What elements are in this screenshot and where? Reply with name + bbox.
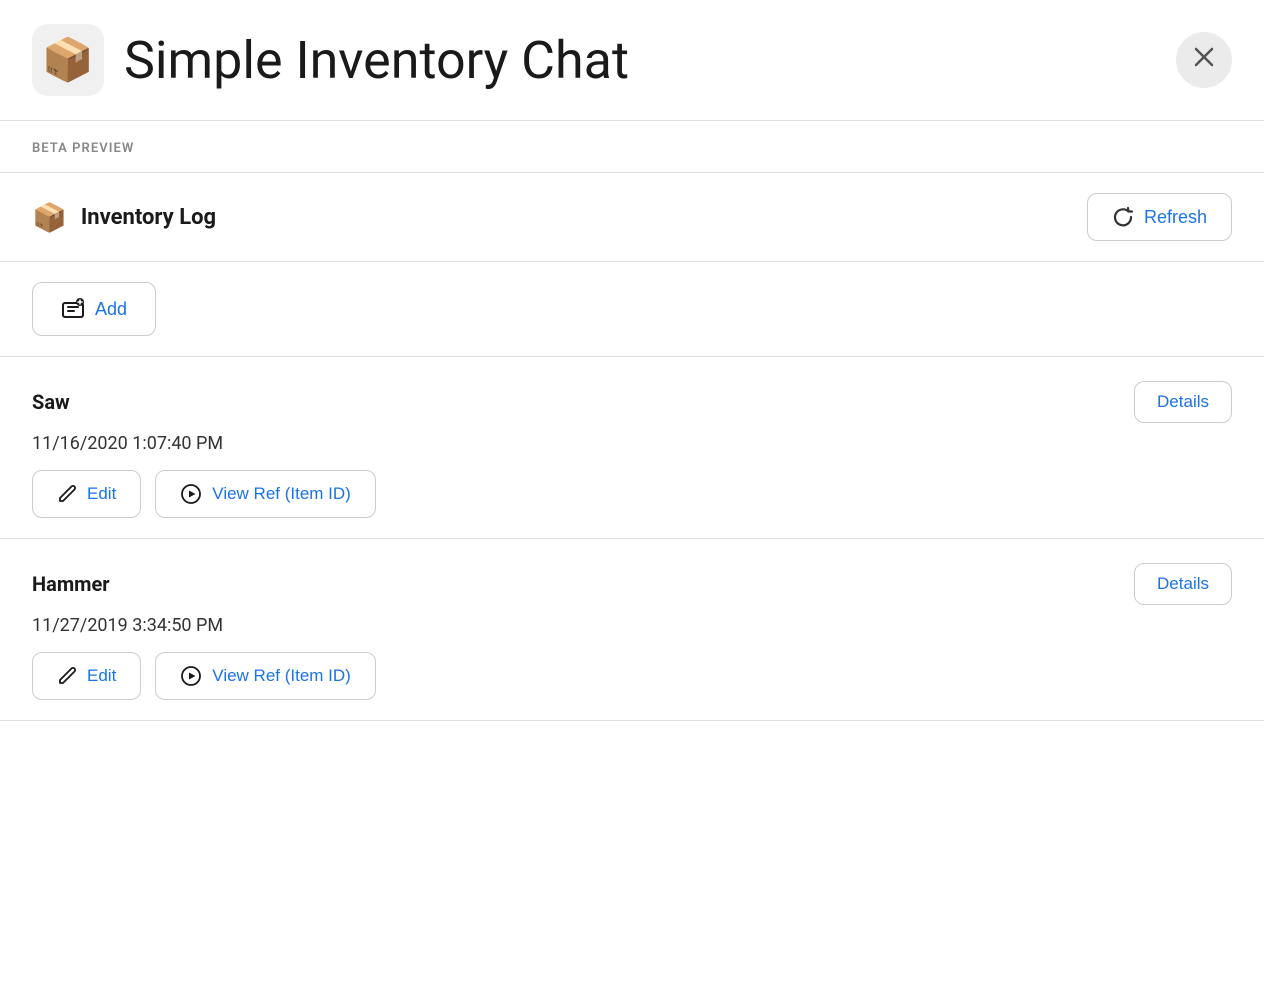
edit-label: Edit	[87, 484, 116, 504]
inventory-icon: 📦	[32, 201, 67, 234]
edit-button[interactable]: Edit	[32, 470, 141, 518]
app-header: 📦 Simple Inventory Chat	[0, 0, 1264, 121]
item-row-header: Hammer Details	[32, 563, 1232, 605]
edit-label: Edit	[87, 666, 116, 686]
close-button[interactable]	[1176, 32, 1232, 88]
item-actions: Edit View Ref (Item ID)	[32, 470, 1232, 518]
item-row: Hammer Details 11/27/2019 3:34:50 PM Edi…	[0, 539, 1264, 721]
item-row-header: Saw Details	[32, 381, 1232, 423]
item-date: 11/27/2019 3:34:50 PM	[32, 615, 1232, 636]
edit-button[interactable]: Edit	[32, 652, 141, 700]
header-left: 📦 Simple Inventory Chat	[32, 24, 629, 96]
view-ref-icon	[180, 483, 202, 505]
view-ref-label: View Ref (Item ID)	[212, 484, 351, 504]
view-ref-button[interactable]: View Ref (Item ID)	[155, 470, 376, 518]
item-date: 11/16/2020 1:07:40 PM	[32, 433, 1232, 454]
beta-label: BETA PREVIEW	[32, 141, 134, 156]
item-row: Saw Details 11/16/2020 1:07:40 PM Edit	[0, 357, 1264, 539]
app-icon: 📦	[32, 24, 104, 96]
add-button[interactable]: Add	[32, 282, 156, 336]
view-ref-icon	[180, 665, 202, 687]
item-name: Saw	[32, 390, 70, 414]
refresh-button[interactable]: Refresh	[1087, 193, 1232, 241]
inventory-log-header: 📦 Inventory Log Refresh	[0, 173, 1264, 262]
inventory-header-left: 📦 Inventory Log	[32, 201, 216, 234]
item-actions: Edit View Ref (Item ID)	[32, 652, 1232, 700]
details-button[interactable]: Details	[1134, 563, 1232, 605]
edit-icon	[57, 666, 77, 686]
app-title: Simple Inventory Chat	[124, 30, 629, 91]
view-ref-button[interactable]: View Ref (Item ID)	[155, 652, 376, 700]
view-ref-label: View Ref (Item ID)	[212, 666, 351, 686]
add-section: Add	[0, 262, 1264, 357]
items-container: Saw Details 11/16/2020 1:07:40 PM Edit	[0, 357, 1264, 721]
beta-section: BETA PREVIEW	[0, 121, 1264, 173]
close-icon	[1193, 46, 1215, 74]
edit-icon	[57, 484, 77, 504]
refresh-icon	[1112, 206, 1134, 228]
refresh-label: Refresh	[1144, 207, 1207, 228]
inventory-log-title: Inventory Log	[81, 205, 216, 230]
add-icon	[61, 297, 85, 321]
details-button[interactable]: Details	[1134, 381, 1232, 423]
add-label: Add	[95, 299, 127, 320]
item-name: Hammer	[32, 572, 110, 596]
